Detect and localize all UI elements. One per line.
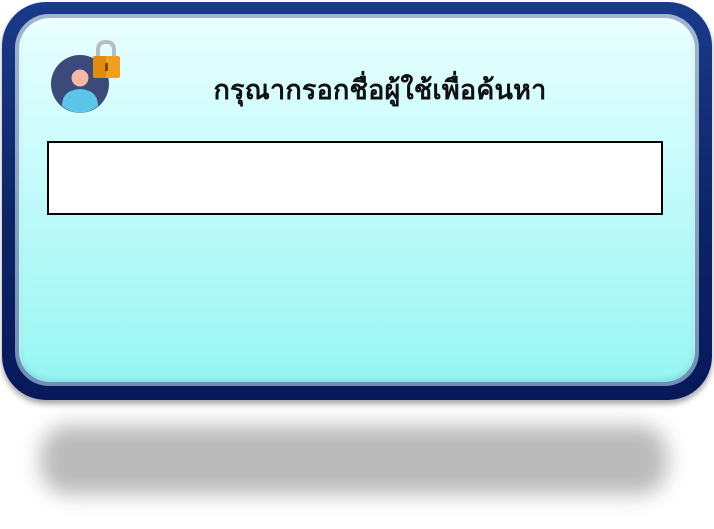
username-search-input[interactable] [47, 141, 663, 215]
dialog-title: กรุณากรอกชื่อผู้ใช้เพื่อค้นหา [213, 75, 547, 106]
panel-reflection-shadow [40, 425, 668, 495]
user-lock-icon [48, 36, 124, 116]
search-user-dialog: กรุณากรอกชื่อผู้ใช้เพื่อค้นหา [0, 0, 714, 529]
